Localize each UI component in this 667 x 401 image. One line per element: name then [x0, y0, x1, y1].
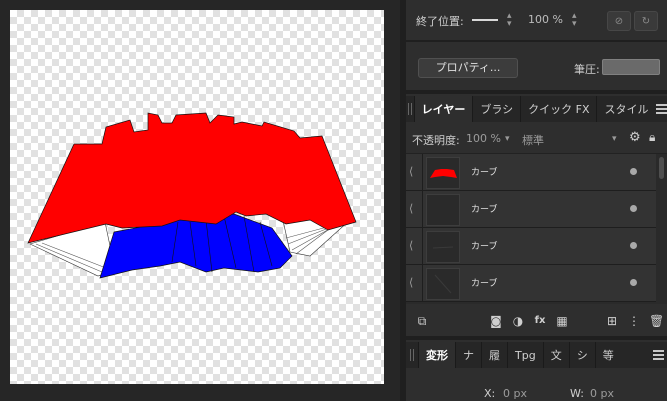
artboard[interactable]: [10, 10, 384, 384]
mask-icon[interactable]: ◙: [489, 314, 503, 328]
tab-navigator[interactable]: ナ: [455, 342, 481, 368]
trash-icon[interactable]: 🗑︎: [649, 314, 664, 328]
opacity-label: 不透明度:: [412, 134, 460, 147]
tab-layers[interactable]: レイヤー: [413, 96, 473, 122]
tab-quick-fx[interactable]: クイック FX: [520, 96, 596, 122]
layer-visibility-dot[interactable]: [630, 242, 637, 249]
tab-tpg[interactable]: Tpg: [507, 342, 543, 368]
layer-row[interactable]: ⟨ カーブ: [406, 228, 656, 265]
layer-row[interactable]: ⟨ カーブ: [406, 154, 656, 191]
line-style-stepper[interactable]: ▴ ▾: [507, 12, 512, 29]
pressure-curve-field[interactable]: [602, 59, 660, 75]
end-position-value[interactable]: 100 %: [528, 13, 563, 26]
add-layer-icon[interactable]: ⊞: [605, 314, 619, 328]
drag-grip-icon[interactable]: [406, 342, 418, 368]
layer-name: カーブ: [471, 279, 498, 289]
layer-lock-icon[interactable]: ⟨: [409, 276, 413, 289]
tab-symbols[interactable]: シ: [568, 342, 595, 368]
layer-visibility-dot[interactable]: [630, 279, 637, 286]
transform-tabbar: 変形 ナ 履 Tpg 文 シ 等: [406, 342, 667, 368]
layers-scrollbar[interactable]: [658, 154, 665, 304]
end-position-stepper[interactable]: ▴ ▾: [572, 12, 577, 29]
tab-equal[interactable]: 等: [594, 342, 621, 368]
section-separator: [406, 40, 667, 42]
layer-name: カーブ: [471, 205, 498, 215]
x-label: X:: [484, 387, 496, 400]
tab-text[interactable]: 文: [542, 342, 569, 368]
blend-mode-dropdown-icon[interactable]: ▾: [612, 135, 617, 144]
layer-visibility-dot[interactable]: [630, 168, 637, 175]
brush-end-position-row: 終了位置: ▴ ▾ 100 % ▴ ▾ ⊘ ↻: [406, 0, 667, 40]
x-value[interactable]: 0 px: [503, 387, 527, 400]
blend-mode-select[interactable]: 標準: [522, 132, 544, 148]
mesh-icon[interactable]: ▦: [555, 314, 569, 328]
opacity-row: 不透明度: 100 % ▾ 標準 ▾ ⚙ 🔒︎: [406, 125, 667, 154]
layer-separator: [422, 191, 423, 227]
end-position-label: 終了位置:: [416, 15, 464, 28]
layer-stack-icon[interactable]: ⧉: [415, 314, 429, 328]
link-off-icon[interactable]: ⊘: [607, 11, 631, 31]
layer-thumbnail: [426, 268, 460, 300]
right-panel: 終了位置: ▴ ▾ 100 % ▴ ▾ ⊘ ↻ プロパティ... 筆圧: レイヤー …: [406, 0, 667, 401]
layer-separator: [422, 228, 423, 264]
layer-lock-icon[interactable]: ⟨: [409, 202, 413, 215]
layer-separator: [422, 154, 423, 190]
tab-transform[interactable]: 変形: [418, 342, 455, 368]
tab-history[interactable]: 履: [481, 342, 507, 368]
layer-thumbnail: [426, 157, 460, 189]
gear-icon[interactable]: ⚙: [629, 130, 641, 145]
layers-scroll-thumb[interactable]: [659, 157, 664, 179]
w-label: W:: [570, 387, 584, 400]
panel-separator: [406, 90, 667, 94]
layer-visibility-dot[interactable]: [630, 205, 637, 212]
pressure-label: 筆圧:: [574, 63, 600, 76]
panel-separator: [406, 336, 667, 340]
panel-menu-icon[interactable]: [649, 342, 667, 368]
layer-row[interactable]: ⟨ カーブ: [406, 265, 656, 302]
artwork[interactable]: [10, 10, 384, 384]
lock-icon[interactable]: 🔒︎: [649, 130, 655, 145]
transform-row: X: 0 px W: 0 px: [406, 372, 667, 401]
canvas-area[interactable]: [0, 0, 400, 401]
refresh-icon[interactable]: ↻: [634, 11, 658, 31]
layer-lock-icon[interactable]: ⟨: [409, 165, 413, 178]
layer-thumbnail: [426, 194, 460, 226]
layer-toolbar: ⧉ ◙ ◑ fx ▦ ⊞ ⋮ 🗑︎: [406, 306, 667, 336]
properties-button[interactable]: プロパティ...: [418, 58, 518, 78]
layers-tabbar: レイヤー ブラシ クイック FX スタイル: [406, 96, 667, 122]
opacity-value[interactable]: 100 %: [466, 132, 501, 145]
tab-brushes[interactable]: ブラシ: [472, 96, 520, 122]
tab-styles[interactable]: スタイル: [596, 96, 655, 122]
w-value[interactable]: 0 px: [590, 387, 614, 400]
adjustment-icon[interactable]: ◑: [511, 314, 525, 328]
drag-grip-icon[interactable]: [406, 96, 414, 122]
opacity-dropdown-icon[interactable]: ▾: [505, 135, 510, 144]
layer-row[interactable]: ⟨ カーブ: [406, 191, 656, 228]
panel-menu-icon[interactable]: [655, 96, 667, 122]
layer-separator: [422, 265, 423, 301]
layer-name: カーブ: [471, 168, 498, 178]
layer-name: カーブ: [471, 242, 498, 252]
group-icon[interactable]: ⋮: [627, 314, 641, 328]
layer-thumbnail: [426, 231, 460, 263]
line-style-sample[interactable]: [472, 19, 498, 21]
layers-list: ⟨ カーブ ⟨ カーブ ⟨ カーブ ⟨ カーブ: [406, 154, 667, 304]
layer-lock-icon[interactable]: ⟨: [409, 239, 413, 252]
fx-icon[interactable]: fx: [533, 314, 547, 328]
